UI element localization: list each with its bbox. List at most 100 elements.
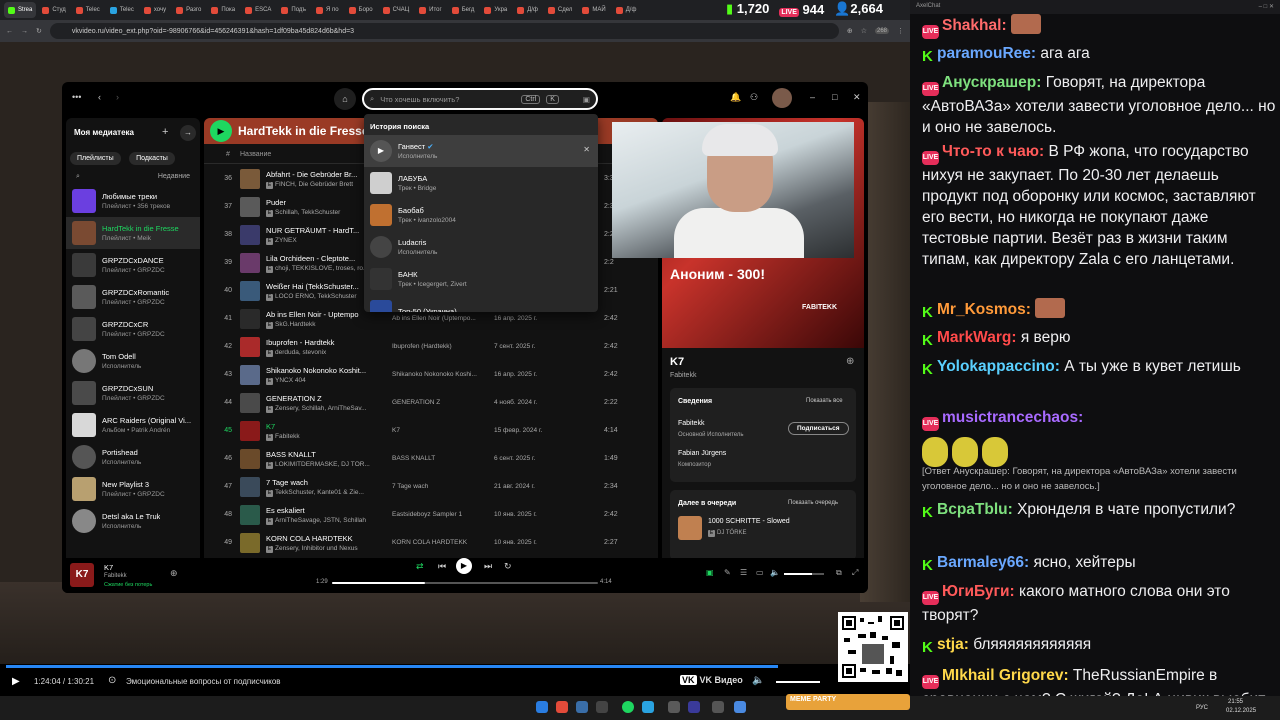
browser-tab[interactable]: Пока (207, 2, 239, 18)
obs-icon[interactable] (688, 701, 700, 713)
chat-username[interactable]: Анускрашер: (942, 74, 1046, 91)
nav-forward-icon[interactable]: › (116, 92, 119, 102)
search-history-item[interactable]: Баобаб Трек • ivanzolo2004 (364, 199, 598, 231)
library-item[interactable]: Tom Odell Исполнитель (66, 345, 200, 377)
add-icon[interactable]: + (162, 126, 168, 138)
track-artist[interactable]: E ArniTheSavage, JSTN, Schillah (266, 517, 384, 525)
track-artist[interactable]: Ederduda, stevonix (266, 349, 384, 357)
library-item[interactable]: Detsl aka Le Truk Исполнитель (66, 505, 200, 537)
bell-icon[interactable]: 🔔 (730, 92, 741, 103)
vk-volume-icon[interactable]: 🔈 (752, 675, 764, 686)
chat-window-controls[interactable]: – □ ✕ (1259, 3, 1274, 10)
more-icon[interactable]: ••• (72, 92, 81, 102)
filter-playlists[interactable]: Плейлисты (70, 152, 121, 165)
chat-username[interactable]: Barmaley66: (937, 554, 1034, 571)
chat-username[interactable]: BcpaTblu: (937, 501, 1017, 518)
show-all-link[interactable]: Показать все (806, 398, 843, 404)
track-title[interactable]: Shikanoko Nokonoko Koshit... (266, 366, 384, 375)
browser-tab[interactable]: Telec (106, 2, 138, 18)
spotify-icon[interactable] (622, 701, 634, 713)
zoom-icon[interactable]: ⊕ (847, 27, 853, 35)
player-cover[interactable]: K7 (70, 563, 94, 587)
track-album[interactable]: 7 Tage wach (392, 483, 486, 490)
track-album[interactable]: KORN COLA HARDTEKK (392, 539, 486, 546)
browser-tab[interactable]: хочу (140, 2, 170, 18)
steam-icon[interactable] (596, 701, 608, 713)
track-row[interactable]: 44 GENERATION Z E Zensery, Schillah, ArniTh… (204, 389, 658, 417)
device-icon[interactable]: ▭ (756, 568, 764, 577)
forward-icon[interactable]: → (21, 28, 28, 35)
browser-tab[interactable]: Укра (480, 2, 511, 18)
col-title[interactable]: Название (240, 151, 271, 158)
chrome-icon[interactable] (556, 701, 568, 713)
app-icon[interactable] (668, 701, 680, 713)
vk-volume-slider[interactable] (776, 681, 820, 683)
back-icon[interactable]: ← (6, 28, 13, 35)
sort-label[interactable]: Недавние (158, 173, 190, 181)
chat-username[interactable]: MarkWarg: (937, 329, 1021, 346)
chat-username[interactable]: Yolokappaccino: (937, 358, 1064, 375)
library-item[interactable]: GRPZDCxDANCE Плейлист • GRPZDC (66, 249, 200, 281)
search-input[interactable]: Что хочешь включить? (380, 95, 515, 104)
filter-podcasts[interactable]: Подкасты (129, 152, 175, 165)
browser-tab[interactable]: Telec (72, 2, 104, 18)
track-artist[interactable]: E Zensery, Inhibitor und Nexus (266, 545, 384, 553)
add-to-library-icon[interactable]: ⊕ (846, 356, 854, 367)
np-title[interactable]: K7 (670, 356, 684, 368)
vk-brand[interactable]: VK VK Видео (680, 675, 743, 685)
vk-progress-bar[interactable] (6, 665, 778, 668)
search-history-item[interactable]: Ludacris Исполнитель (364, 231, 598, 263)
browser-tab[interactable]: Итог (415, 2, 446, 18)
track-album[interactable]: BASS KNALLT (392, 455, 486, 462)
close-icon[interactable]: ✕ (853, 92, 861, 103)
browser-tab[interactable]: Сдел (544, 2, 576, 18)
browse-icon[interactable]: ▣ (583, 95, 590, 104)
remove-icon[interactable]: ✕ (583, 145, 590, 154)
home-icon[interactable]: ⌂ (334, 88, 356, 110)
track-title[interactable]: GENERATION Z (266, 394, 384, 403)
track-album[interactable]: Eastsideboyz Sampler 1 (392, 511, 486, 518)
browser-tab[interactable]: Я по (312, 2, 343, 18)
track-title[interactable]: 7 Tage wach (266, 478, 384, 487)
browser-tab[interactable]: Бегд (448, 2, 479, 18)
track-row[interactable]: 49 KORN COLA HARDTEKK E Zensery, Inhibitor … (204, 529, 658, 557)
chat-username[interactable]: stja: (937, 636, 973, 653)
expand-icon[interactable]: → (180, 125, 196, 141)
extension-badge[interactable]: 268 (874, 28, 889, 34)
search-history-item[interactable]: ЛАБУБА Трек • Bridge (364, 167, 598, 199)
subscribe-button[interactable]: Подписаться (788, 422, 849, 435)
track-row[interactable]: 46 BASS KNALLT E LOKIMITDERMASKE, DJ TÖR...… (204, 445, 658, 473)
track-artist[interactable]: E Zensery, Schillah, ArniTheSav... (266, 405, 384, 413)
track-album[interactable]: K7 (392, 427, 486, 434)
friends-icon[interactable]: ⚇ (750, 92, 758, 103)
reload-icon[interactable]: ↻ (36, 27, 42, 35)
track-row[interactable]: 43 Shikanoko Nokonoko Koshit... E YNCX 404 S… (204, 361, 658, 389)
chat-username[interactable]: musictrancechaos: (942, 409, 1083, 426)
clock-time[interactable]: 21:55 (1228, 699, 1243, 705)
clock-date[interactable]: 02.12.2025 (1226, 708, 1256, 714)
player-title[interactable]: K7 (104, 563, 113, 572)
library-item[interactable]: New Playlist 3 Плейлист • GRPZDC (66, 473, 200, 505)
maximize-icon[interactable]: □ (832, 92, 837, 102)
browser-tab[interactable]: Разго (172, 2, 205, 18)
lang-indicator[interactable]: РУС (1196, 705, 1208, 711)
track-artist[interactable]: E SkG.Hardtekk (266, 321, 384, 329)
chapter-icon[interactable]: ⊙ (108, 675, 116, 686)
search-history-item[interactable]: Топ-50 (Украина) (364, 295, 598, 312)
vk-chapter-title[interactable]: Эмоциональные вопросы от подписчиков (126, 677, 281, 686)
track-title[interactable]: BASS KNALLT (266, 450, 384, 459)
play-playlist-button[interactable]: ▶ (210, 120, 232, 142)
library-item[interactable]: HardTekk in die Fresse Плейлист • Meik (66, 217, 200, 249)
minimize-icon[interactable]: – (810, 92, 815, 102)
miniplayer-icon[interactable]: ⧉ (836, 568, 842, 578)
search-history-item[interactable]: БАНК Трек • Icegergert, Zivert (364, 263, 598, 295)
search-box[interactable]: ⌕ Что хочешь включить? Ctrl K ▣ (362, 88, 598, 110)
track-row[interactable]: 42 Ibuprofen - Hardtekk Ederduda, stevonix… (204, 333, 658, 361)
player-artist[interactable]: Fabitekk (104, 573, 127, 579)
repeat-icon[interactable]: ↻ (504, 561, 512, 572)
chat-username[interactable]: MIkhail Grigorev: (942, 667, 1073, 684)
library-item[interactable]: GRPZDCxRomantic Плейлист • GRPZDC (66, 281, 200, 313)
library-search-icon[interactable]: ⌕ (76, 173, 80, 181)
chat-username[interactable]: Что-то к чаю: (942, 143, 1048, 160)
browser-tab[interactable]: Студ (38, 2, 69, 18)
